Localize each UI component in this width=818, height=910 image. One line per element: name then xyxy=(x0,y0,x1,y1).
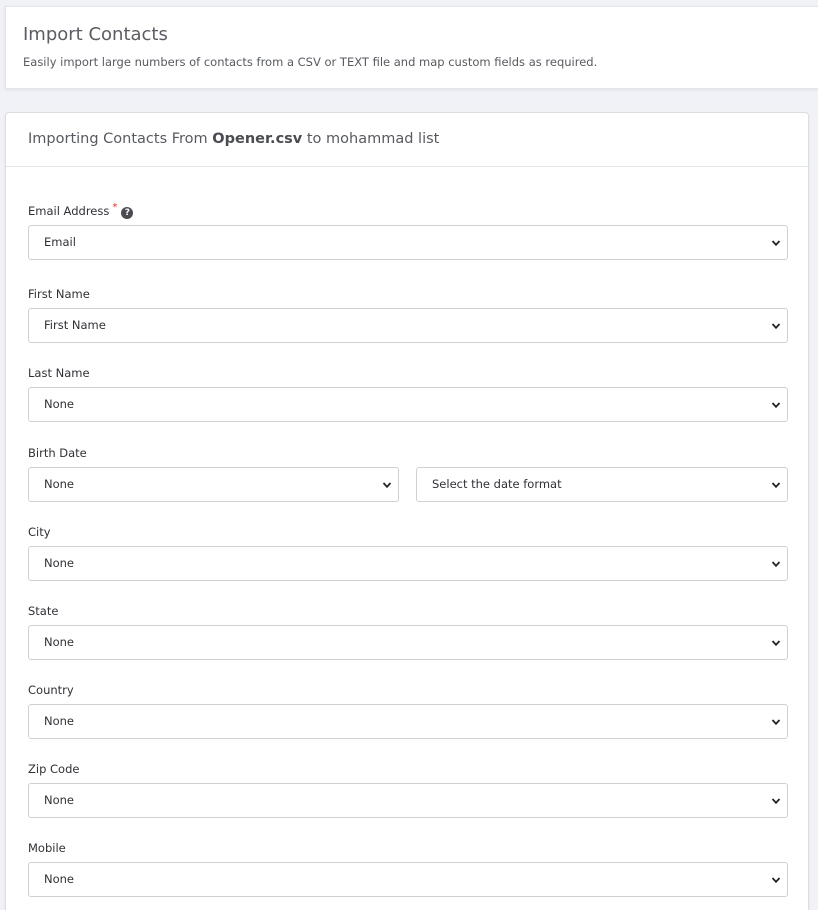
required-marker: * xyxy=(112,202,118,213)
country-label: Country xyxy=(28,683,74,697)
email-select-value: Email xyxy=(44,235,76,249)
date-format-select[interactable]: Select the date format xyxy=(416,467,788,502)
last-name-select[interactable]: None xyxy=(28,387,788,422)
zip-code-select[interactable]: None xyxy=(28,783,788,818)
page-title: Import Contacts xyxy=(23,24,168,45)
date-format-select-value: Select the date format xyxy=(432,477,562,491)
chevron-down-icon xyxy=(771,323,781,330)
email-label-text: Email Address xyxy=(28,204,110,218)
file-name: Opener.csv xyxy=(212,131,303,147)
country-select-value: None xyxy=(44,714,75,728)
card-title-suffix: to mohammad list xyxy=(302,131,440,147)
chevron-down-icon xyxy=(771,561,781,568)
mobile-select[interactable]: None xyxy=(28,862,788,897)
chevron-down-icon xyxy=(771,402,781,409)
city-select[interactable]: None xyxy=(28,546,788,581)
last-name-label: Last Name xyxy=(28,366,90,380)
chevron-down-icon xyxy=(771,877,781,884)
zip-code-label: Zip Code xyxy=(28,762,80,776)
country-select[interactable]: None xyxy=(28,704,788,739)
import-card: Importing Contacts From Opener.csv to mo… xyxy=(5,112,809,910)
chevron-down-icon xyxy=(382,482,392,489)
card-title: Importing Contacts From Opener.csv to mo… xyxy=(28,131,439,147)
chevron-down-icon xyxy=(771,240,781,247)
email-label: Email Address *? xyxy=(28,202,134,219)
state-label: State xyxy=(28,604,59,618)
first-name-select-value: First Name xyxy=(44,318,106,332)
state-select[interactable]: None xyxy=(28,625,788,660)
birth-date-select[interactable]: None xyxy=(28,467,399,502)
page-header: Import Contacts Easily import large numb… xyxy=(5,6,818,89)
birth-date-label: Birth Date xyxy=(28,446,87,460)
chevron-down-icon xyxy=(771,719,781,726)
city-label: City xyxy=(28,525,51,539)
chevron-down-icon xyxy=(771,640,781,647)
mobile-select-value: None xyxy=(44,872,75,886)
first-name-select[interactable]: First Name xyxy=(28,308,788,343)
question-circle-icon[interactable]: ? xyxy=(121,207,134,219)
state-select-value: None xyxy=(44,635,75,649)
page-subtitle: Easily import large numbers of contacts … xyxy=(23,55,598,69)
email-select[interactable]: Email xyxy=(28,225,788,260)
birth-date-select-value: None xyxy=(44,477,75,491)
first-name-label: First Name xyxy=(28,287,90,301)
chevron-down-icon xyxy=(771,798,781,805)
mobile-label: Mobile xyxy=(28,841,66,855)
card-header: Importing Contacts From Opener.csv to mo… xyxy=(6,113,808,167)
chevron-down-icon xyxy=(771,482,781,489)
card-title-prefix: Importing Contacts From xyxy=(28,131,213,147)
zip-code-select-value: None xyxy=(44,793,75,807)
last-name-select-value: None xyxy=(44,397,75,411)
city-select-value: None xyxy=(44,556,75,570)
